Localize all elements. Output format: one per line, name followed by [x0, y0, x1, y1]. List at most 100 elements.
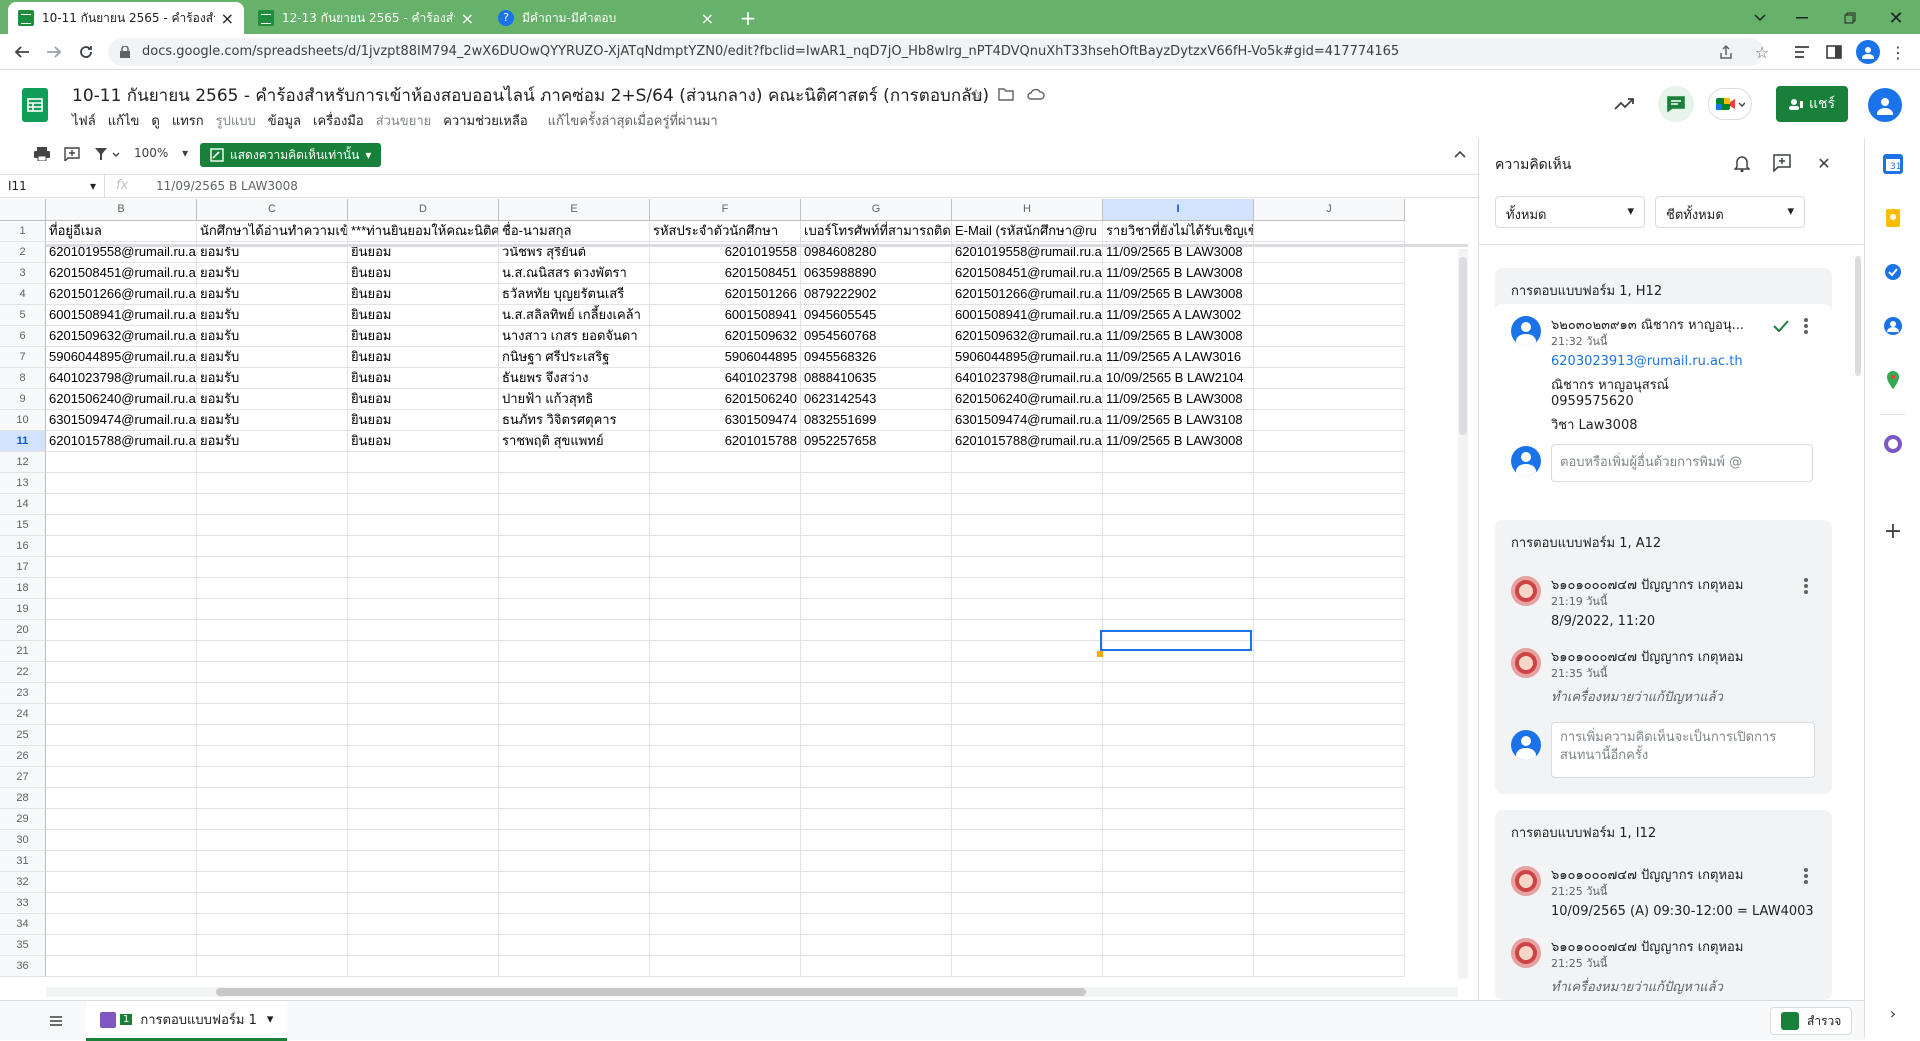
empty-cell[interactable]: [348, 620, 499, 641]
empty-cell[interactable]: [801, 494, 952, 515]
empty-cell[interactable]: [197, 536, 348, 557]
resolve-check-icon[interactable]: [1771, 316, 1791, 336]
empty-cell[interactable]: [1254, 872, 1405, 893]
empty-cell[interactable]: [197, 746, 348, 767]
empty-cell[interactable]: [46, 935, 197, 956]
empty-cell[interactable]: [650, 557, 801, 578]
row-header[interactable]: 22: [0, 662, 46, 683]
row-header[interactable]: 1: [0, 221, 46, 242]
row-header[interactable]: 16: [0, 536, 46, 557]
table-cell[interactable]: น.ส.สลิลทิพย์ เกลี้ยงเคล้า: [499, 305, 650, 326]
account-avatar-icon[interactable]: [1868, 88, 1902, 122]
add-comment-icon[interactable]: [62, 144, 82, 164]
empty-cell[interactable]: [1103, 683, 1254, 704]
empty-cell[interactable]: [801, 767, 952, 788]
empty-cell[interactable]: [197, 872, 348, 893]
empty-cell[interactable]: [1103, 830, 1254, 851]
empty-cell[interactable]: [650, 578, 801, 599]
table-cell[interactable]: ยินยอม: [348, 326, 499, 347]
name-box[interactable]: I11 ▾: [8, 179, 96, 193]
empty-cell[interactable]: [499, 515, 650, 536]
empty-cell[interactable]: [499, 620, 650, 641]
browser-tab[interactable]: ? มีคำถาม-มีคำตอบ ×: [488, 2, 724, 34]
table-cell[interactable]: ยินยอม: [348, 410, 499, 431]
table-cell[interactable]: 0945605545: [801, 305, 952, 326]
header-cell[interactable]: [1254, 221, 1405, 242]
empty-cell[interactable]: [650, 935, 801, 956]
empty-cell[interactable]: [650, 641, 801, 662]
table-cell[interactable]: [1254, 284, 1405, 305]
empty-cell[interactable]: [197, 494, 348, 515]
column-header[interactable]: B: [46, 199, 197, 221]
row-header[interactable]: 24: [0, 704, 46, 725]
empty-cell[interactable]: [952, 956, 1103, 977]
table-cell[interactable]: 11/09/2565 B LAW3008: [1103, 431, 1254, 452]
table-cell[interactable]: [1254, 326, 1405, 347]
column-header[interactable]: G: [801, 199, 952, 221]
column-header[interactable]: J: [1254, 199, 1405, 221]
empty-cell[interactable]: [801, 914, 952, 935]
empty-cell[interactable]: [499, 956, 650, 977]
empty-cell[interactable]: [650, 620, 801, 641]
empty-cell[interactable]: [1254, 767, 1405, 788]
filter-sheets-select[interactable]: ชีตทั้งหมด ▾: [1655, 196, 1805, 228]
empty-cell[interactable]: [952, 830, 1103, 851]
empty-cell[interactable]: [46, 620, 197, 641]
empty-cell[interactable]: [197, 704, 348, 725]
empty-cell[interactable]: [801, 599, 952, 620]
table-cell[interactable]: 6201501266@rumail.ru.a: [46, 284, 197, 305]
empty-cell[interactable]: [46, 893, 197, 914]
empty-cell[interactable]: [46, 704, 197, 725]
table-cell[interactable]: 6301509474@rumail.ru.a: [46, 410, 197, 431]
empty-cell[interactable]: [499, 578, 650, 599]
empty-cell[interactable]: [952, 557, 1103, 578]
empty-cell[interactable]: [1103, 893, 1254, 914]
empty-cell[interactable]: [499, 788, 650, 809]
empty-cell[interactable]: [650, 599, 801, 620]
empty-cell[interactable]: [801, 578, 952, 599]
empty-cell[interactable]: [46, 746, 197, 767]
empty-cell[interactable]: [197, 830, 348, 851]
empty-cell[interactable]: [1103, 473, 1254, 494]
empty-cell[interactable]: [348, 452, 499, 473]
tab-search-icon[interactable]: [1748, 6, 1772, 30]
table-cell[interactable]: 6201506240: [650, 389, 801, 410]
row-header[interactable]: 36: [0, 956, 46, 977]
empty-cell[interactable]: [650, 452, 801, 473]
empty-cell[interactable]: [952, 872, 1103, 893]
empty-cell[interactable]: [1103, 536, 1254, 557]
table-cell[interactable]: 6201508451@rumail.ru.a: [952, 263, 1103, 284]
close-window-icon[interactable]: ✕: [1884, 6, 1908, 30]
empty-cell[interactable]: [499, 809, 650, 830]
table-cell[interactable]: ยอมรับ: [197, 284, 348, 305]
close-panel-icon[interactable]: ✕: [1813, 152, 1835, 174]
empty-cell[interactable]: [1103, 704, 1254, 725]
row-header[interactable]: 18: [0, 578, 46, 599]
empty-cell[interactable]: [46, 599, 197, 620]
row-header[interactable]: 3: [0, 263, 46, 284]
empty-cell[interactable]: [499, 914, 650, 935]
empty-cell[interactable]: [499, 872, 650, 893]
empty-cell[interactable]: [1254, 494, 1405, 515]
empty-cell[interactable]: [499, 662, 650, 683]
sheets-logo-icon[interactable]: [22, 88, 48, 122]
header-cell[interactable]: นักศึกษาได้อ่านทำความเข้: [197, 221, 348, 242]
empty-cell[interactable]: [1254, 536, 1405, 557]
empty-cell[interactable]: [1254, 725, 1405, 746]
empty-cell[interactable]: [1254, 956, 1405, 977]
table-cell[interactable]: 6201015788: [650, 431, 801, 452]
column-header[interactable]: H: [952, 199, 1103, 221]
table-cell[interactable]: 6201501266: [650, 284, 801, 305]
empty-cell[interactable]: [801, 830, 952, 851]
table-cell[interactable]: [1254, 368, 1405, 389]
filter-all-select[interactable]: ทั้งหมด ▾: [1495, 196, 1645, 228]
empty-cell[interactable]: [952, 515, 1103, 536]
table-cell[interactable]: 0954560768: [801, 326, 952, 347]
empty-cell[interactable]: [348, 914, 499, 935]
header-cell[interactable]: ที่อยู่อีเมล: [46, 221, 197, 242]
empty-cell[interactable]: [348, 578, 499, 599]
empty-cell[interactable]: [1103, 662, 1254, 683]
table-cell[interactable]: 0879222902: [801, 284, 952, 305]
empty-cell[interactable]: [952, 473, 1103, 494]
row-header[interactable]: 35: [0, 935, 46, 956]
